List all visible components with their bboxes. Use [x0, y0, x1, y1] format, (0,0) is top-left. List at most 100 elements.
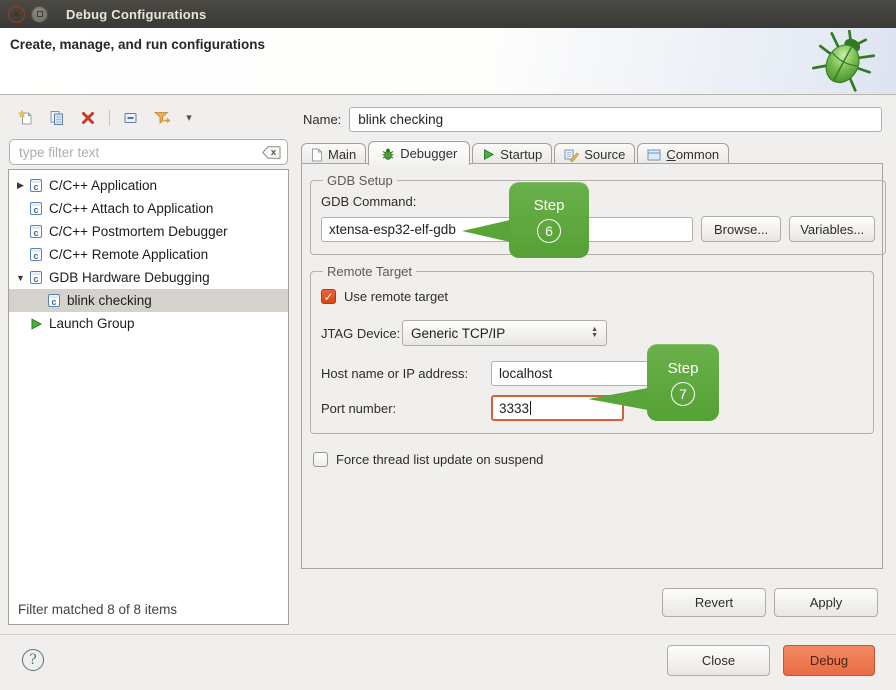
new-configuration-button[interactable] — [16, 108, 36, 128]
expander-expanded-icon[interactable]: ▼ — [13, 273, 28, 283]
name-label: Name: — [303, 112, 341, 127]
force-thread-checkbox[interactable] — [313, 452, 328, 467]
editor-tabbar: Main Debugger Startup — [301, 140, 882, 164]
tab-debugger[interactable]: Debugger — [368, 141, 470, 165]
duplicate-icon — [49, 110, 65, 126]
jtag-device-label: JTAG Device: — [321, 326, 402, 341]
browse-button[interactable]: Browse... — [701, 216, 781, 242]
configuration-tree: ▶ c C/C++ Application c C/C++ Attach to … — [8, 169, 289, 625]
force-thread-row: Force thread list update on suspend — [313, 452, 882, 467]
tree-item-cpp-application[interactable]: ▶ c C/C++ Application — [9, 174, 288, 197]
c-config-icon: c — [28, 178, 44, 193]
force-thread-label: Force thread list update on suspend — [336, 452, 543, 467]
tab-common[interactable]: Common — [637, 143, 729, 165]
tree-item-label: C/C++ Application — [49, 178, 157, 193]
variables-button[interactable]: Variables... — [789, 216, 875, 242]
filter-field-wrap — [9, 139, 288, 165]
duplicate-configuration-button[interactable] — [47, 108, 67, 128]
c-config-icon: c — [28, 270, 44, 285]
jtag-device-select[interactable]: Generic TCP/IP ▲ ▼ — [402, 320, 607, 346]
spinner-icon: ▲ ▼ — [591, 327, 598, 338]
toolbar-menu-button[interactable]: ▾ — [183, 108, 195, 128]
tree-item-label: GDB Hardware Debugging — [49, 270, 210, 285]
tree-item-blink-checking[interactable]: c blink checking — [9, 289, 288, 312]
window-title: Debug Configurations — [66, 7, 207, 22]
port-value: 3333 — [499, 401, 529, 416]
tab-startup[interactable]: Startup — [472, 143, 552, 165]
jtag-device-value: Generic TCP/IP — [411, 326, 591, 341]
launch-group-icon — [28, 317, 44, 331]
tree-item-cpp-remote[interactable]: c C/C++ Remote Application — [9, 243, 288, 266]
restore-icon — [37, 11, 43, 17]
use-remote-target-checkbox[interactable]: ✓ — [321, 289, 336, 304]
step-6-callout: Step 6 — [509, 182, 589, 258]
footer-divider — [0, 634, 896, 635]
svg-text:c: c — [51, 297, 56, 307]
revert-button[interactable]: Revert — [662, 588, 766, 617]
step-7-number: 7 — [671, 382, 695, 406]
toolbar-separator — [109, 110, 110, 126]
collapse-all-button[interactable] — [121, 108, 141, 128]
configurations-sidebar: ▾ ▶ c C/C++ Application — [8, 102, 289, 625]
delete-icon — [81, 111, 95, 125]
svg-text:c: c — [33, 182, 38, 192]
remote-target-legend: Remote Target — [323, 264, 416, 279]
svg-text:c: c — [33, 251, 38, 261]
c-config-icon: c — [28, 201, 44, 216]
apply-button[interactable]: Apply — [774, 588, 878, 617]
window-close-button[interactable]: ✕ — [8, 6, 25, 23]
window-restore-button[interactable] — [31, 6, 48, 23]
sidebar-toolbar: ▾ — [8, 102, 289, 134]
tree-item-launch-group[interactable]: Launch Group — [9, 312, 288, 335]
use-remote-target-row: ✓ Use remote target — [321, 289, 863, 304]
host-input[interactable] — [491, 361, 656, 386]
banner-title: Create, manage, and run configurations — [10, 37, 265, 52]
play-icon — [482, 148, 495, 161]
debugger-tab-content: GDB Setup GDB Command: Browse... Variabl… — [301, 163, 883, 569]
close-button[interactable]: Close — [667, 645, 770, 676]
svg-text:c: c — [33, 205, 38, 215]
help-button[interactable]: ? — [22, 649, 44, 671]
file-icon — [311, 148, 323, 162]
tree-item-label: Launch Group — [49, 316, 135, 331]
debug-button[interactable]: Debug — [783, 645, 875, 676]
tree-item-gdb-hardware-debugging[interactable]: ▼ c GDB Hardware Debugging — [9, 266, 288, 289]
tree-item-cpp-postmortem[interactable]: c C/C++ Postmortem Debugger — [9, 220, 288, 243]
debug-bug-icon — [808, 30, 880, 95]
tab-main[interactable]: Main — [301, 143, 366, 165]
tree-item-label: C/C++ Attach to Application — [49, 201, 213, 216]
callout-arrow-icon — [462, 220, 510, 242]
tree-item-cpp-attach[interactable]: c C/C++ Attach to Application — [9, 197, 288, 220]
new-config-icon — [18, 110, 34, 126]
filter-input[interactable] — [9, 139, 288, 165]
debug-configurations-dialog: ✕ Debug Configurations Create, manage, a… — [0, 0, 896, 690]
tree-item-label: blink checking — [67, 293, 152, 308]
tree-item-label: C/C++ Postmortem Debugger — [49, 224, 228, 239]
c-config-icon: c — [28, 224, 44, 239]
c-config-icon: c — [46, 293, 62, 308]
callout-arrow-icon — [588, 388, 648, 410]
use-remote-target-label: Use remote target — [344, 289, 448, 304]
name-row: Name: — [303, 106, 882, 132]
checkmark-icon: ✓ — [323, 290, 333, 304]
table-icon — [647, 149, 661, 161]
clear-filter-button[interactable] — [262, 146, 281, 162]
expander-collapsed-icon[interactable]: ▶ — [13, 180, 28, 191]
name-input[interactable] — [349, 107, 882, 132]
svg-text:c: c — [33, 274, 38, 284]
titlebar: ✕ Debug Configurations — [0, 0, 896, 28]
collapse-all-icon — [123, 110, 139, 126]
text-cursor — [530, 401, 531, 415]
step-7-callout: Step 7 — [647, 344, 719, 421]
svg-text:c: c — [33, 228, 38, 238]
header-banner: Create, manage, and run configurations — [0, 28, 896, 95]
delete-configuration-button[interactable] — [78, 108, 98, 128]
configuration-editor: Name: Main Debugger Startup — [299, 102, 888, 625]
tab-source[interactable]: Source — [554, 143, 635, 165]
source-icon — [564, 148, 579, 162]
filter-configurations-button[interactable] — [152, 108, 172, 128]
gdb-setup-group: GDB Setup GDB Command: Browse... Variabl… — [310, 173, 886, 255]
host-label: Host name or IP address: — [321, 366, 491, 381]
tree-item-label: C/C++ Remote Application — [49, 247, 208, 262]
gdb-setup-legend: GDB Setup — [323, 173, 397, 188]
